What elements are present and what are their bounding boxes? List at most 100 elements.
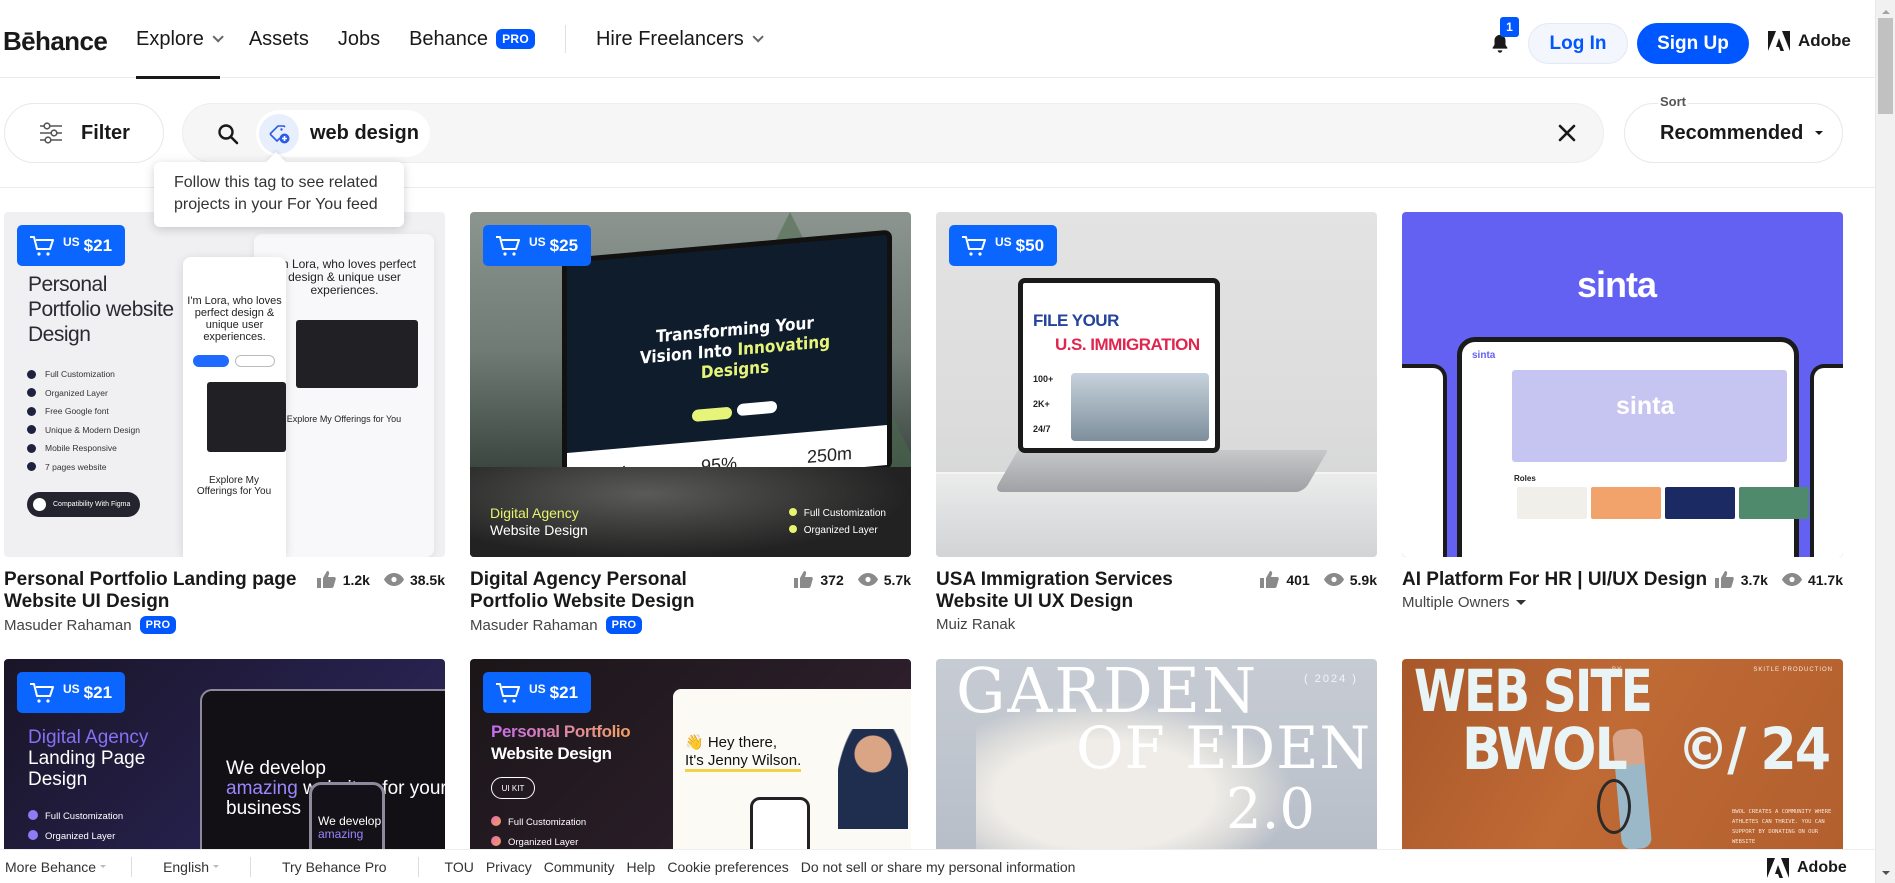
clear-search-icon[interactable] [1555, 121, 1579, 145]
thumb-title-line: OF EDEN [1076, 714, 1372, 782]
likes-count: 401 [1286, 571, 1310, 588]
price-badge[interactable]: US $50 [949, 225, 1058, 266]
nav-assets[interactable]: Assets [249, 0, 309, 78]
project-owner[interactable]: Masuder Rahaman PRO [470, 616, 911, 634]
nav-behance-label: Behance [409, 27, 489, 50]
project-card[interactable]: WEB SITE BWOL ©/ 24 BY SKITLE PRODUCTION… [1402, 659, 1843, 849]
owner-name[interactable]: Masuder Rahaman [470, 617, 598, 634]
thumb-checklist: Full Customization Organized Layer [788, 505, 886, 539]
adobe-logo-icon [1768, 31, 1790, 51]
person-photo [838, 729, 908, 829]
project-thumbnail[interactable]: sinta sinta sinta Roles [1402, 212, 1843, 557]
project-thumbnail[interactable]: Digital Agency Landing Page Design Full C… [4, 659, 445, 849]
vertical-scrollbar[interactable] [1875, 0, 1895, 883]
project-card[interactable]: FILE YOUR U.S. IMMIGRATION 100+ 2K+ 24/7… [936, 212, 1377, 641]
views-stat: 41.7k [1781, 572, 1843, 588]
footer-try-pro[interactable]: Try Behance Pro [282, 859, 387, 875]
filter-button[interactable]: Filter [4, 103, 164, 163]
nav-behance-pro[interactable]: Behance PRO [409, 0, 535, 78]
project-stats: 372 5.7k [780, 571, 911, 588]
thumb-feature: 7 pages website [27, 458, 140, 477]
nav-hire-freelancers[interactable]: Hire Freelancers [595, 0, 764, 78]
price-badge[interactable]: US $21 [483, 672, 592, 713]
search-tag-pill[interactable]: web design [256, 110, 430, 157]
likes-count: 372 [820, 571, 844, 588]
footer-adobe-link[interactable]: Adobe [1767, 858, 1847, 878]
project-thumbnail[interactable]: WEB SITE BWOL ©/ 24 BY SKITLE PRODUCTION… [1402, 659, 1843, 849]
project-thumbnail[interactable]: US $21 Personal Portfolio website Design… [4, 212, 445, 557]
pro-badge: PRO [496, 29, 535, 49]
log-in-button[interactable]: Log In [1528, 23, 1628, 64]
price-badge[interactable]: US $21 [17, 225, 126, 266]
project-title[interactable]: Digital Agency Personal Portfolio Websit… [470, 569, 765, 613]
price-value: $25 [549, 235, 579, 255]
project-thumbnail[interactable]: Transforming Your Vision Into Innovating… [470, 212, 911, 557]
project-thumbnail[interactable]: GARDEN OF EDEN 2.0 ( 2024 ) [936, 659, 1377, 849]
project-card[interactable]: Digital Agency Landing Page Design Full C… [4, 659, 445, 849]
side-device-left [1402, 364, 1447, 557]
project-card[interactable]: Transforming Your Vision Into Innovating… [470, 212, 911, 641]
ui-kit-badge: UI KIT [491, 777, 535, 799]
scroll-up-arrow-icon[interactable] [1882, 10, 1890, 14]
project-card[interactable]: Personal Portfolio Website Design UI KIT … [470, 659, 911, 849]
project-meta: Digital Agency Personal Portfolio Websit… [470, 557, 911, 641]
views-count: 5.9k [1349, 571, 1377, 588]
footer-more-behance[interactable]: More Behance [5, 859, 107, 875]
project-card[interactable]: sinta sinta sinta Roles AI Platform For … [1402, 212, 1843, 641]
cart-icon [496, 682, 520, 703]
multiple-owners-dropdown[interactable]: Multiple Owners [1402, 594, 1843, 611]
nav-assets-label: Assets [248, 27, 309, 50]
thumb-feature-list: Full Customization Organized Layer Free … [27, 365, 140, 476]
nav-jobs-label: Jobs [337, 27, 381, 50]
footer-cookie-preferences[interactable]: Cookie preferences [667, 859, 788, 875]
owner-name[interactable]: Muiz Ranak [936, 616, 1015, 633]
project-thumbnail[interactable]: FILE YOUR U.S. IMMIGRATION 100+ 2K+ 24/7… [936, 212, 1377, 557]
behance-logo[interactable]: Bēhance [3, 26, 108, 57]
footer-privacy[interactable]: Privacy [486, 859, 532, 875]
sign-up-button[interactable]: Sign Up [1637, 23, 1749, 64]
project-owner[interactable]: Masuder Rahaman PRO [4, 616, 445, 634]
nav-hire-label: Hire Freelancers [595, 27, 744, 50]
price-badge[interactable]: US $25 [483, 225, 592, 266]
nav-jobs[interactable]: Jobs [338, 0, 380, 78]
likes-stat: 372 [794, 571, 844, 588]
search-icon [218, 124, 239, 145]
footer-community[interactable]: Community [544, 859, 615, 875]
project-title[interactable]: Personal Portfolio Landing page Website … [4, 569, 299, 613]
chevron-down-icon [212, 31, 224, 43]
nav-explore[interactable]: Explore [136, 0, 224, 79]
project-title[interactable]: AI Platform For HR | UI/UX Design [1402, 569, 1712, 591]
cart-icon [962, 235, 986, 256]
footer-language[interactable]: English [163, 859, 219, 875]
price-badge[interactable]: US $21 [17, 672, 126, 713]
project-owner[interactable]: Muiz Ranak [936, 616, 1377, 633]
project-stats: 3.7k 41.7k [1701, 571, 1843, 588]
sort-dropdown[interactable]: Recommended [1624, 103, 1843, 163]
mock-greeting: 👋 Hey there, It's Jenny Wilson. [685, 734, 802, 772]
price-value: $21 [83, 235, 113, 255]
footer-do-not-sell[interactable]: Do not sell or share my personal informa… [801, 859, 1076, 875]
thumb-title-line: GARDEN [956, 659, 1259, 727]
project-card[interactable]: US $21 Personal Portfolio website Design… [4, 212, 445, 641]
thumbs-up-icon [1714, 571, 1734, 588]
adobe-logo-icon [1767, 858, 1789, 878]
nav-divider [564, 25, 566, 53]
project-thumbnail[interactable]: Personal Portfolio Website Design UI KIT … [470, 659, 911, 849]
adobe-link[interactable]: Adobe [1768, 31, 1851, 51]
mobile-mockup: We develop amazing [309, 782, 385, 849]
scroll-thumb[interactable] [1878, 18, 1893, 114]
views-count: 38.5k [409, 571, 445, 588]
search-bar[interactable]: web design [182, 103, 1604, 163]
search-tag-text: web design [310, 122, 419, 144]
project-title[interactable]: USA Immigration Services Website UI UX D… [936, 569, 1246, 613]
racket-image [1597, 779, 1631, 834]
footer-tou[interactable]: TOU [445, 859, 474, 875]
project-card[interactable]: GARDEN OF EDEN 2.0 ( 2024 ) [936, 659, 1377, 849]
owner-name[interactable]: Multiple Owners [1402, 594, 1510, 611]
owner-name[interactable]: Masuder Rahaman [4, 617, 132, 634]
mock-banner: sinta [1512, 370, 1787, 462]
follow-tag-button[interactable] [259, 113, 299, 154]
mock-stats: 100+ 2K+ 24/7 [1033, 374, 1054, 434]
footer-help[interactable]: Help [627, 859, 656, 875]
scroll-down-arrow-icon[interactable] [1882, 871, 1890, 875]
